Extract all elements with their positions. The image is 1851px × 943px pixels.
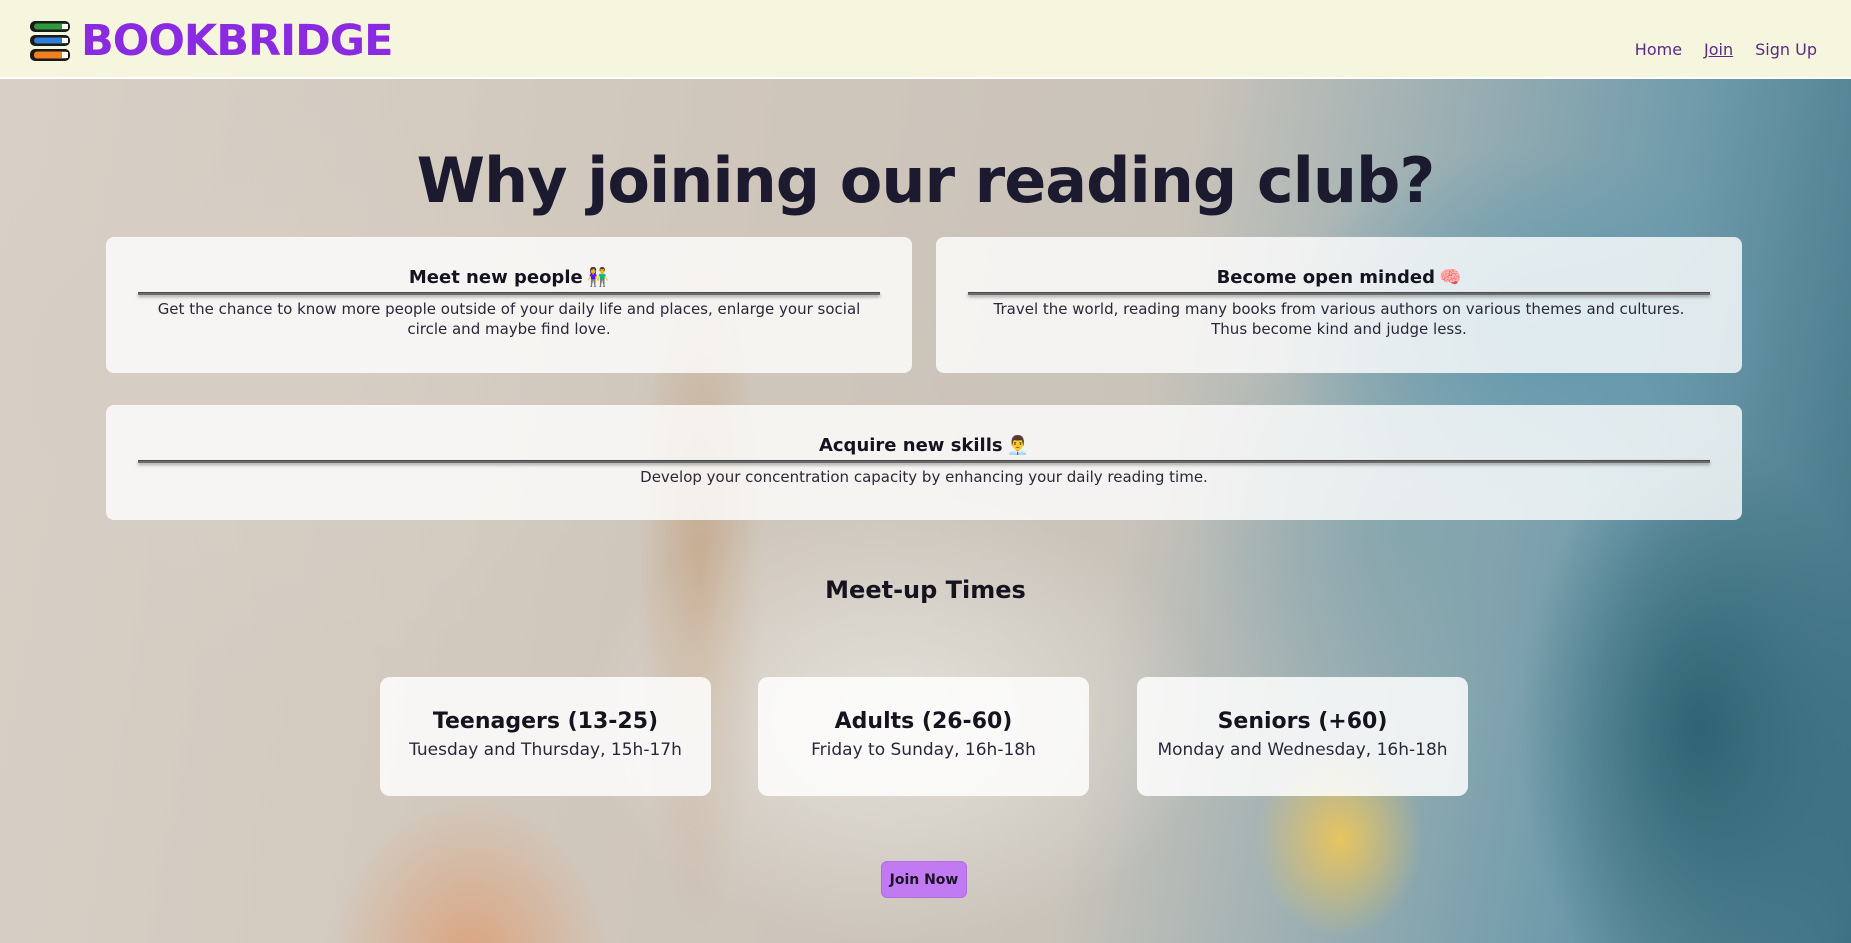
- nav-home-link[interactable]: Home: [1635, 40, 1682, 59]
- benefit-card-new-skills: Acquire new skills 👨‍💼 Develop your conce…: [106, 405, 1742, 520]
- meetup-card-adults: Adults (26-60) Friday to Sunday, 16h-18h: [758, 677, 1089, 796]
- logo[interactable]: BOOKBRIDGE: [28, 16, 393, 66]
- books-stack-icon: [30, 21, 70, 61]
- meetup-group-name: Adults (26-60): [834, 709, 1013, 734]
- brain-icon: 🧠: [1439, 267, 1462, 288]
- benefit-title: Acquire new skills 👨‍💼: [106, 435, 1742, 456]
- main-content: Why joining our reading club? Meet new p…: [0, 79, 1851, 943]
- benefit-text: Travel the world, reading many books fro…: [993, 300, 1685, 338]
- benefit-title-text: Meet new people: [408, 267, 583, 288]
- meetup-group-time: Monday and Wednesday, 16h-18h: [1157, 740, 1448, 760]
- benefit-title: Become open minded 🧠: [936, 267, 1742, 288]
- nav-join-link[interactable]: Join: [1704, 40, 1733, 59]
- meetup-section-title: Meet-up Times: [825, 576, 1026, 604]
- page-title: Why joining our reading club?: [416, 144, 1436, 217]
- benefit-text: Develop your concentration capacity by e…: [640, 468, 1208, 486]
- join-now-button[interactable]: Join Now: [881, 861, 967, 898]
- benefit-card-open-minded: Become open minded 🧠 Travel the world, re…: [936, 237, 1742, 373]
- people-holding-hands-icon: 👫: [586, 267, 610, 288]
- office-worker-icon: 👨‍💼: [1006, 435, 1030, 456]
- divider: [968, 292, 1710, 295]
- main-nav: Home Join Sign Up: [1635, 40, 1817, 59]
- brand-name: BOOKBRIDGE: [81, 16, 393, 66]
- benefit-title-text: Acquire new skills: [818, 435, 1003, 456]
- divider: [138, 292, 880, 295]
- meetup-group-time: Tuesday and Thursday, 15h-17h: [409, 740, 682, 760]
- meetup-card-teenagers: Teenagers (13-25) Tuesday and Thursday, …: [380, 677, 711, 796]
- meetup-card-seniors: Seniors (+60) Monday and Wednesday, 16h-…: [1137, 677, 1468, 796]
- nav-signup-link[interactable]: Sign Up: [1755, 40, 1817, 59]
- benefit-title: Meet new people 👫: [106, 267, 912, 288]
- site-header: BOOKBRIDGE Home Join Sign Up: [0, 0, 1851, 79]
- benefit-text: Get the chance to know more people outsi…: [157, 300, 861, 338]
- divider: [138, 460, 1710, 463]
- meetup-group-name: Seniors (+60): [1217, 709, 1388, 734]
- benefit-title-text: Become open minded: [1216, 267, 1436, 288]
- meetup-group-name: Teenagers (13-25): [432, 709, 659, 734]
- benefit-card-meet-people: Meet new people 👫 Get the chance to know …: [106, 237, 912, 373]
- meetup-group-time: Friday to Sunday, 16h-18h: [811, 740, 1036, 760]
